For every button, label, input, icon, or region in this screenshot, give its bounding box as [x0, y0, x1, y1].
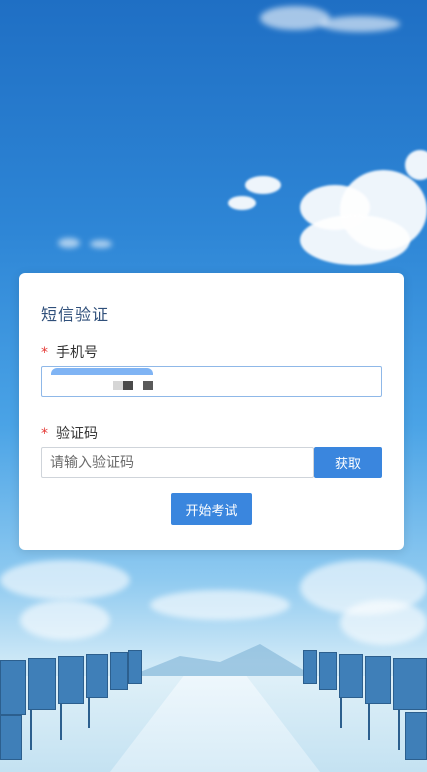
desk — [128, 650, 142, 684]
required-mark: * — [41, 426, 48, 442]
desk — [393, 658, 427, 710]
desk — [58, 656, 84, 704]
desk — [28, 658, 56, 710]
masked-digits — [143, 381, 153, 390]
mountain — [120, 644, 320, 680]
cloud — [228, 196, 256, 210]
desk — [303, 650, 317, 684]
required-mark: * — [41, 345, 48, 361]
desk — [405, 712, 427, 760]
desk — [0, 660, 26, 715]
cloud — [260, 6, 330, 30]
phone-label-text: 手机号 — [56, 345, 98, 361]
masked-digits — [123, 381, 133, 390]
cloud — [20, 600, 110, 640]
cloud — [300, 215, 410, 265]
code-label-text: 验证码 — [56, 426, 98, 442]
desk — [110, 652, 128, 690]
cloud — [58, 238, 80, 248]
card-title: 短信验证 — [41, 305, 110, 324]
desk — [339, 654, 363, 698]
code-label: * 验证码 — [41, 423, 98, 443]
masked-digits — [113, 381, 123, 390]
desk-leg — [60, 704, 62, 740]
cloud — [150, 590, 290, 620]
desk — [319, 652, 337, 690]
desk-leg — [398, 710, 400, 750]
desk-leg — [340, 698, 342, 728]
desk — [0, 715, 22, 760]
cloud — [245, 176, 281, 194]
cloud — [405, 150, 427, 180]
desk — [86, 654, 108, 698]
desk-leg — [30, 710, 32, 750]
start-exam-button[interactable]: 开始考试 — [171, 493, 252, 525]
desk — [365, 656, 391, 704]
desk-leg — [88, 698, 90, 728]
cloud — [0, 560, 130, 600]
cloud — [340, 600, 427, 645]
cloud — [90, 240, 112, 248]
desk-leg — [368, 704, 370, 740]
verification-code-input[interactable] — [41, 447, 314, 478]
phone-label: * 手机号 — [41, 342, 98, 362]
cloud — [320, 16, 400, 32]
sms-verification-card: 短信验证 * 手机号 * 验证码 获取 开始考试 — [19, 273, 404, 550]
autofill-highlight — [51, 368, 153, 375]
get-code-button[interactable]: 获取 — [314, 447, 382, 478]
